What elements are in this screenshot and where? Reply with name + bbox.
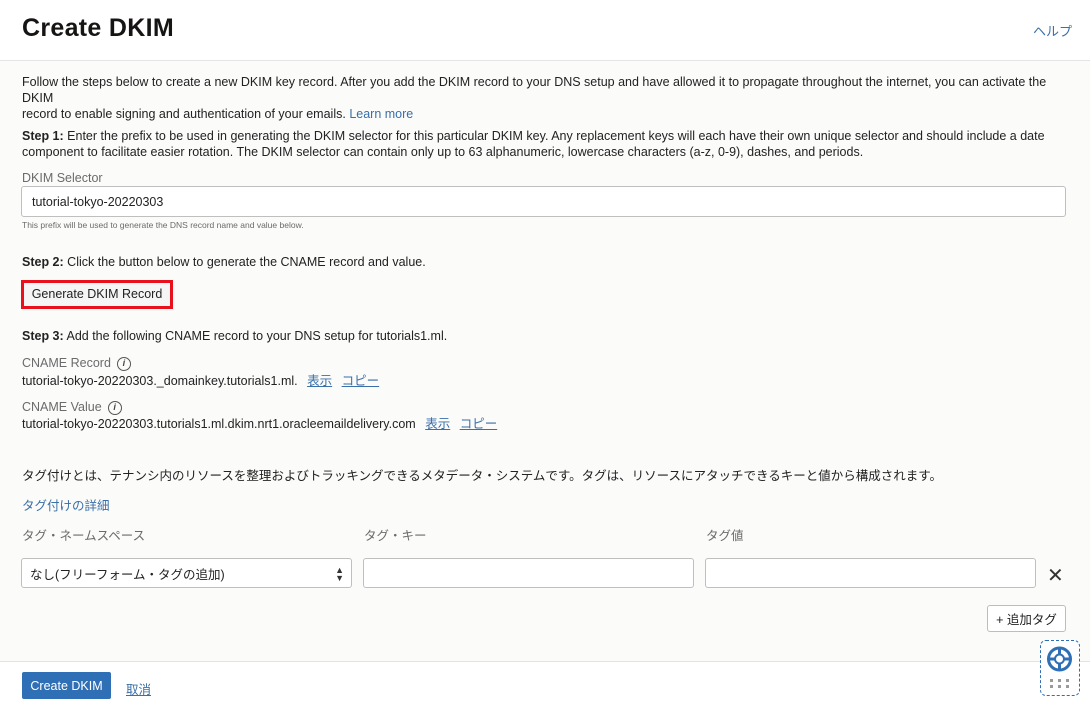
create-dkim-label: Create DKIM bbox=[30, 678, 103, 693]
step3-text-body: Add the following CNAME record to your D… bbox=[66, 329, 448, 343]
tagging-details-link[interactable]: タグ付けの詳細 bbox=[22, 498, 110, 514]
cancel-link[interactable]: 取消 bbox=[126, 679, 151, 698]
remove-tag-button[interactable]: ✕ bbox=[1047, 563, 1064, 588]
step2-label: Step 2: bbox=[22, 255, 64, 269]
tag-value-label: タグ値 bbox=[706, 529, 744, 543]
page-footer: Create DKIM 取消 bbox=[0, 661, 1090, 707]
intro-line-2-text: record to enable signing and authenticat… bbox=[22, 107, 346, 121]
help-widget-button[interactable] bbox=[1040, 640, 1080, 696]
step2-text: Step 2: Click the button below to genera… bbox=[22, 254, 426, 270]
generate-dkim-record-label: Generate DKIM Record bbox=[31, 287, 163, 301]
cname-record-label: CNAME Record i bbox=[22, 355, 131, 371]
dkim-selector-hint: This prefix will be used to generate the… bbox=[22, 220, 304, 230]
step1-line-1: Step 1: Enter the prefix to be used in g… bbox=[22, 128, 1072, 144]
help-link[interactable]: ヘルプ bbox=[1033, 21, 1072, 40]
lifebuoy-icon bbox=[1047, 646, 1072, 688]
page-title: Create DKIM bbox=[22, 14, 174, 42]
dkim-selector-label: DKIM Selector bbox=[22, 171, 103, 185]
step3-text: Step 3: Add the following CNAME record t… bbox=[22, 328, 447, 344]
cname-record-label-text: CNAME Record bbox=[22, 356, 111, 370]
tag-key-input[interactable] bbox=[363, 558, 694, 588]
create-dkim-button[interactable]: Create DKIM bbox=[22, 672, 111, 699]
info-icon[interactable]: i bbox=[116, 356, 131, 371]
step1-text: Step 1: Enter the prefix to be used in g… bbox=[22, 128, 1072, 160]
dkim-selector-value: tutorial-tokyo-20220303 bbox=[32, 194, 164, 209]
dkim-selector-input[interactable]: tutorial-tokyo-20220303 bbox=[21, 186, 1066, 217]
cname-value-copy-link[interactable]: コピー bbox=[460, 417, 498, 431]
add-tag-label: + 追加タグ bbox=[996, 613, 1057, 627]
cname-record-value: tutorial-tokyo-20220303._domainkey.tutor… bbox=[22, 374, 298, 388]
add-tag-button[interactable]: + 追加タグ bbox=[987, 605, 1066, 632]
form-content: Follow the steps below to create a new D… bbox=[0, 61, 1090, 661]
page-header: Create DKIM ヘルプ bbox=[0, 0, 1090, 61]
close-icon: ✕ bbox=[1047, 565, 1064, 587]
generate-dkim-record-button[interactable]: Generate DKIM Record bbox=[21, 280, 173, 309]
tagging-description: タグ付けとは、テナンシ内のリソースを整理およびトラッキングできるメタデータ・シス… bbox=[22, 469, 943, 483]
step3-label: Step 3: bbox=[22, 329, 64, 343]
step1-line-2: component to facilitate easier rotation.… bbox=[22, 145, 864, 159]
cname-record-row: tutorial-tokyo-20220303._domainkey.tutor… bbox=[22, 373, 379, 389]
step2-text-body: Click the button below to generate the C… bbox=[67, 255, 426, 269]
step1-line-1-text: Enter the prefix to be used in generatin… bbox=[67, 129, 1045, 143]
select-arrows-icon: ▲ ▼ bbox=[335, 565, 344, 583]
cname-value-label: CNAME Value i bbox=[22, 399, 122, 415]
cname-value-value: tutorial-tokyo-20220303.tutorials1.ml.dk… bbox=[22, 417, 416, 431]
step1-label: Step 1: bbox=[22, 129, 64, 143]
tag-namespace-select[interactable]: なし(フリーフォーム・タグの追加) ▲ ▼ bbox=[21, 558, 352, 588]
info-icon[interactable]: i bbox=[107, 400, 122, 415]
cname-value-row: tutorial-tokyo-20220303.tutorials1.ml.dk… bbox=[22, 416, 497, 432]
intro-line-2: record to enable signing and authenticat… bbox=[22, 106, 1072, 122]
tag-namespace-selected: なし(フリーフォーム・タグの追加) bbox=[30, 567, 225, 582]
tag-key-label: タグ・キー bbox=[364, 529, 427, 543]
intro-text: Follow the steps below to create a new D… bbox=[22, 74, 1072, 122]
tag-namespace-label: タグ・ネームスペース bbox=[22, 529, 146, 543]
intro-line-1: Follow the steps below to create a new D… bbox=[22, 75, 1047, 105]
cname-record-show-link[interactable]: 表示 bbox=[307, 374, 332, 388]
tag-value-input[interactable] bbox=[705, 558, 1036, 588]
cname-record-copy-link[interactable]: コピー bbox=[342, 374, 380, 388]
learn-more-link[interactable]: Learn more bbox=[349, 107, 413, 121]
cname-value-show-link[interactable]: 表示 bbox=[425, 417, 450, 431]
cname-value-label-text: CNAME Value bbox=[22, 400, 102, 414]
